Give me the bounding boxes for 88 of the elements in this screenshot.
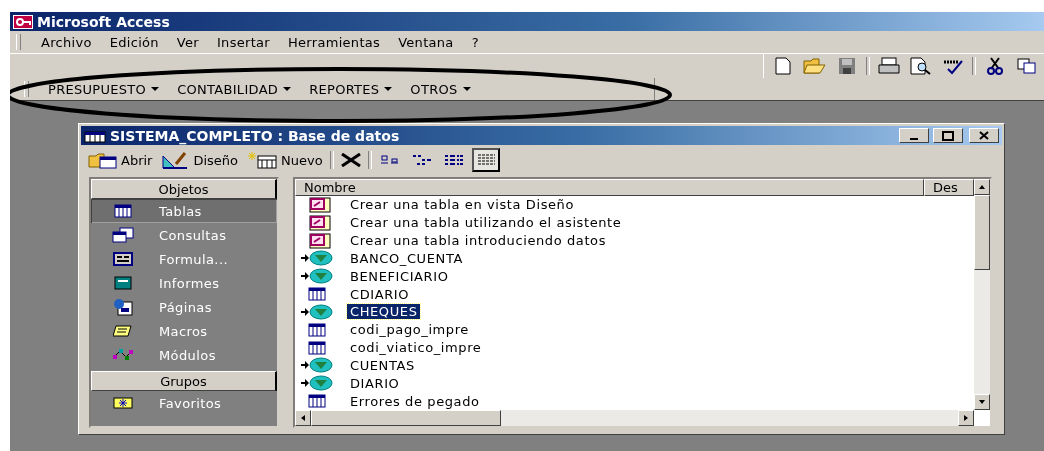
linked-table-icon [301, 268, 333, 285]
column-header[interactable]: Des [924, 179, 974, 196]
minimize-icon [910, 138, 918, 140]
toolbar-menu[interactable]: REPORTES [300, 81, 402, 97]
page-icon [113, 298, 133, 316]
form-icon [113, 252, 133, 266]
list-item[interactable]: Errores de pegado [347, 393, 483, 409]
linked-table-icon [301, 250, 333, 267]
key-icon [13, 14, 33, 29]
scroll-thumb[interactable] [311, 410, 501, 426]
window-title: SISTEMA_COMPLETO : Base de datos [110, 127, 400, 144]
maximize-icon [942, 130, 954, 141]
scroll-left-button[interactable] [295, 410, 311, 426]
open-table-icon [88, 151, 118, 169]
linked-table-icon [301, 357, 333, 374]
toolbar-button[interactable]: Nuevo [245, 151, 326, 169]
list-item[interactable]: CHEQUES [347, 304, 421, 320]
table-icon [308, 340, 326, 355]
scroll-right-button[interactable] [958, 410, 974, 426]
menu-item[interactable]: Ventana [390, 34, 462, 50]
favorites-icon [113, 397, 133, 409]
module-icon [112, 347, 134, 363]
linked-table-icon [301, 303, 333, 320]
macro-icon [113, 324, 133, 338]
caret-icon [462, 87, 471, 91]
print-button[interactable] [876, 55, 902, 77]
close-button[interactable] [969, 128, 999, 143]
toolbar-menu[interactable]: OTROS [401, 81, 480, 97]
group-item[interactable]: Favoritos [91, 391, 277, 415]
list-item[interactable]: Crear una tabla introduciendo datos [347, 233, 609, 249]
list-item[interactable]: CUENTAS [347, 357, 418, 373]
object-type-item[interactable]: Páginas [91, 295, 277, 319]
table-icon [308, 394, 326, 408]
table-icon [308, 322, 326, 337]
toolbar-button[interactable]: Diseño [159, 151, 242, 169]
object-type-item[interactable]: Consultas [91, 223, 277, 247]
scroll-thumb[interactable] [974, 195, 990, 270]
maximize-button[interactable] [933, 128, 963, 143]
caret-icon [384, 87, 393, 91]
object-type-item[interactable]: Informes [91, 271, 277, 295]
menu-item[interactable]: Ver [168, 34, 207, 50]
list-item[interactable]: CDIARIO [347, 286, 413, 302]
list-item[interactable]: codi_pago_impre [347, 322, 472, 338]
query-icon [112, 227, 134, 243]
menu-item[interactable]: ? [463, 34, 487, 50]
menu-item[interactable]: Archivo [33, 34, 100, 50]
menu-item[interactable]: Herramientas [280, 34, 389, 50]
horizontal-scrollbar[interactable] [295, 410, 974, 426]
details-icon [475, 153, 496, 167]
caret-icon [151, 87, 160, 91]
list-item[interactable]: Crear una tabla en vista Diseño [347, 197, 577, 213]
list-item[interactable]: BENEFICIARIO [347, 268, 452, 284]
database-icon [84, 128, 106, 143]
caret-icon [283, 87, 292, 91]
column-header[interactable]: Nombre [295, 179, 924, 196]
object-type-item[interactable]: Formula... [91, 247, 277, 271]
list-item[interactable]: codi_viatico_impre [347, 340, 485, 356]
toolbar-menu[interactable]: CONTABILIDAD [168, 81, 301, 97]
list-icon [443, 154, 464, 166]
open-button[interactable] [802, 55, 828, 77]
new-table-icon [248, 151, 279, 169]
scroll-down-button[interactable] [974, 394, 990, 410]
object-type-item[interactable]: Módulos [91, 343, 277, 367]
linked-table-icon [301, 375, 333, 392]
object-type-item[interactable]: Tablas [91, 199, 277, 223]
arrow-icon [978, 183, 986, 191]
list-item[interactable]: DIARIO [347, 375, 403, 391]
large-icons-icon [380, 155, 399, 165]
close-icon [979, 131, 989, 140]
list-item[interactable]: BANCO_CUENTA [347, 250, 466, 266]
toolbar-menu[interactable]: PRESUPUESTO [39, 81, 169, 97]
small-icons-icon [411, 154, 432, 166]
scroll-up-button[interactable] [974, 179, 990, 195]
object-type-item[interactable]: Macros [91, 319, 277, 343]
report-icon [114, 276, 132, 290]
arrow-icon [299, 414, 307, 422]
toolbar-button[interactable]: Abrir [85, 151, 156, 169]
table-icon [114, 204, 132, 218]
table-icon [308, 287, 326, 302]
vertical-scrollbar[interactable] [974, 179, 990, 410]
list-item[interactable]: Crear una tabla utilizando el asistente [347, 215, 625, 231]
menu-item[interactable]: Insertar [209, 34, 278, 50]
view-button[interactable] [471, 148, 500, 172]
window-title: Microsoft Access [37, 13, 170, 30]
menu-item[interactable]: Edición [101, 34, 167, 50]
minimize-button[interactable] [899, 128, 929, 143]
objects-header[interactable]: Objetos [91, 179, 277, 199]
groups-header[interactable]: Grupos [91, 371, 277, 391]
